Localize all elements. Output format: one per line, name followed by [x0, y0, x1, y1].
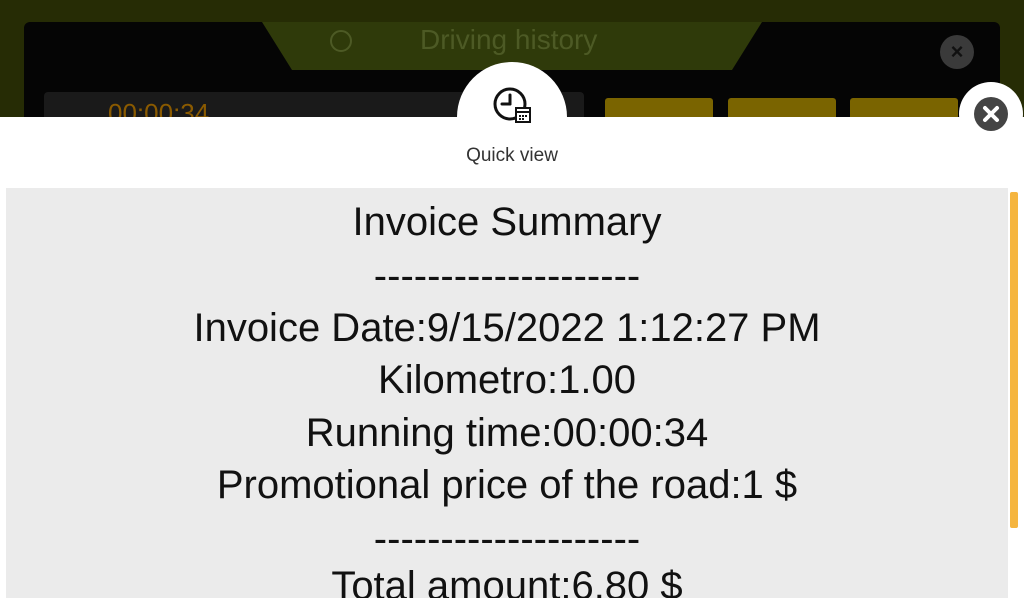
- quick-view-label: Quick view: [466, 145, 558, 166]
- scrollbar-thumb[interactable]: [1010, 192, 1018, 528]
- background-title: Driving history: [420, 24, 598, 55]
- invoice-running-time: Running time:00:00:34: [305, 411, 709, 455]
- close-icon[interactable]: [974, 97, 1008, 131]
- invoice-kilometers: Kilometro:1.00: [378, 358, 636, 402]
- invoice-promotional-price: Promotional price of the road:1 $: [216, 463, 798, 507]
- invoice-separator-bottom: --------------------: [373, 517, 641, 561]
- invoice-total: Total amount:6.80 $: [331, 564, 683, 598]
- invoice-date: Invoice Date:9/15/2022 1:12:27 PM: [193, 306, 821, 350]
- sheet-edge: [1018, 188, 1024, 600]
- background-close-icon[interactable]: ×: [940, 35, 974, 69]
- invoice-title: Invoice Summary: [352, 200, 662, 244]
- invoice-content[interactable]: Invoice Summary -------------------- Inv…: [6, 188, 1008, 598]
- clock-calendar-icon: [493, 87, 531, 123]
- history-icon: [330, 30, 352, 52]
- invoice-separator-top: --------------------: [373, 254, 641, 298]
